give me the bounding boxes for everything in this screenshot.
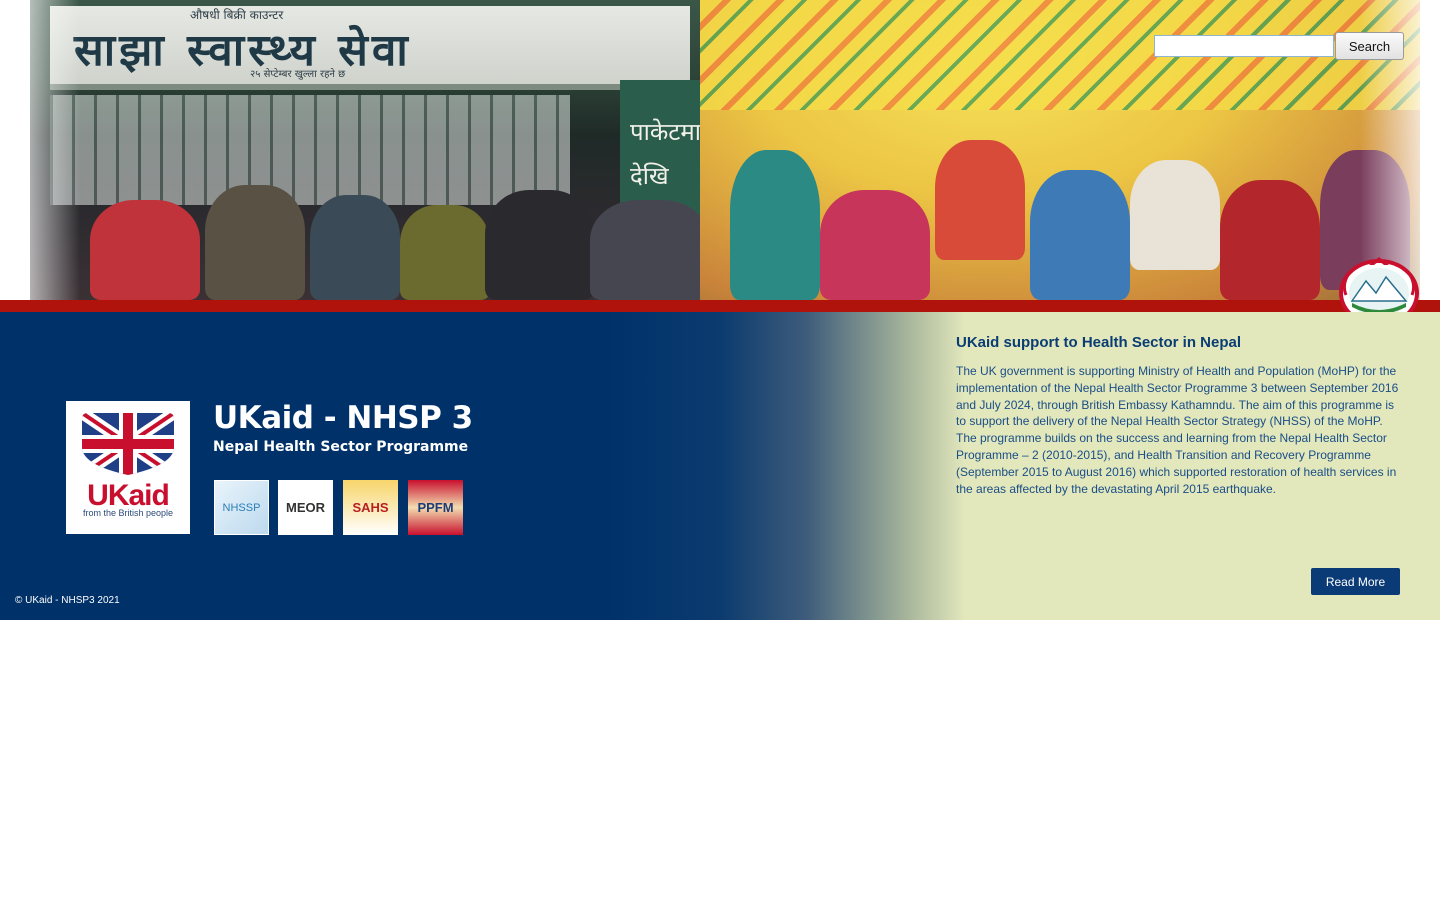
- crowd-person: [310, 195, 400, 300]
- partner-logo-ppfm[interactable]: PPFM: [408, 480, 463, 535]
- info-heading: UKaid support to Health Sector in Nepal: [956, 334, 1242, 351]
- banner-photo-pharmacy: औषधी बिक्री काउन्टर साझा स्वास्थ्य सेवा …: [30, 0, 730, 300]
- crowd-person: [590, 200, 710, 300]
- programme-subtitle: Nepal Health Sector Programme: [213, 439, 469, 455]
- crowd-person: [205, 185, 305, 300]
- crowd-person: [820, 190, 930, 300]
- search-input[interactable]: [1154, 35, 1334, 57]
- crowd-person: [730, 150, 820, 300]
- read-more-button[interactable]: Read More: [1311, 568, 1400, 595]
- sign-main-text: साझा स्वास्थ्य सेवा: [74, 25, 412, 76]
- crowd-person: [400, 205, 490, 300]
- crowd-person: [1220, 180, 1320, 300]
- crowd-person: [1030, 170, 1130, 300]
- red-divider-bar: [0, 300, 1440, 312]
- partner-logo-sahs[interactable]: SAHS: [343, 480, 398, 535]
- union-jack-icon: [82, 413, 174, 475]
- info-paragraph: The UK government is supporting Ministry…: [956, 364, 1399, 496]
- sign-sub-text: २५ सेप्टेम्बर खुल्ला रहने छ: [250, 69, 346, 80]
- pharmacy-sign: औषधी बिक्री काउन्टर साझा स्वास्थ्य सेवा …: [50, 6, 690, 90]
- banner-fade-left: [0, 0, 80, 300]
- partner-logo-meor[interactable]: MEOR: [278, 480, 333, 535]
- crowd-person: [1130, 160, 1220, 270]
- partner-logo-nhssp[interactable]: NHSSP: [214, 480, 269, 535]
- crowd-person: [485, 190, 595, 300]
- ukaid-tagline: from the British people: [82, 508, 174, 518]
- crowd-person: [90, 200, 200, 300]
- ukaid-logo[interactable]: UKaid from the British people: [66, 401, 190, 534]
- crowd-person: [935, 140, 1025, 260]
- programme-title: UKaid - NHSP 3: [213, 400, 473, 436]
- medicine-shelves: [50, 95, 570, 205]
- copyright-text: © UKaid - NHSP3 2021: [15, 595, 120, 606]
- search-button[interactable]: Search: [1335, 32, 1404, 60]
- main-section: UKaid from the British people UKaid - NH…: [0, 312, 1440, 620]
